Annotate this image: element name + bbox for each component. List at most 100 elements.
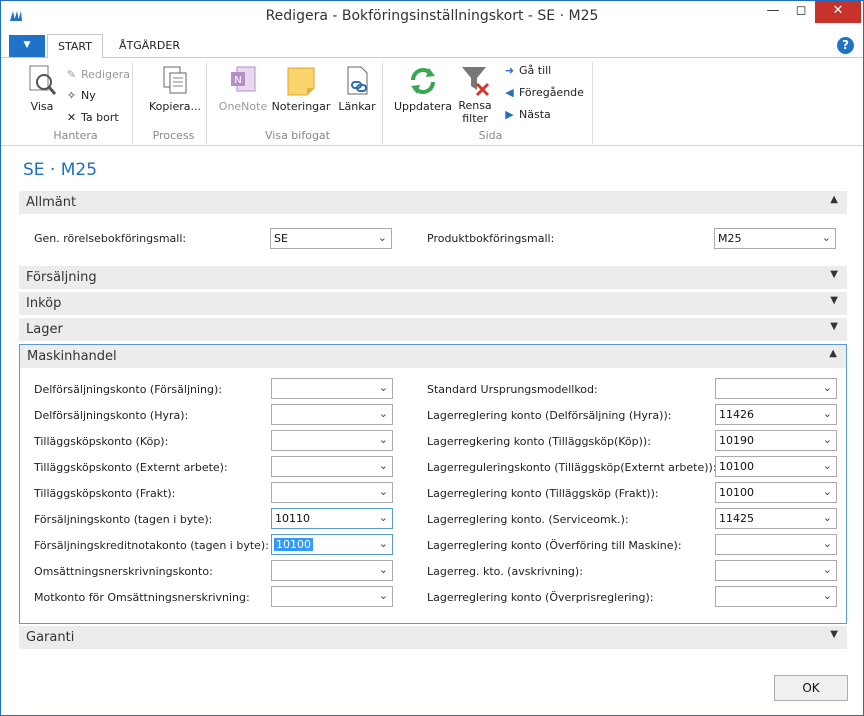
- chevron-down-icon[interactable]: ⌄: [822, 231, 831, 244]
- chevron-down-icon[interactable]: ⌄: [379, 563, 388, 576]
- chevron-down-icon[interactable]: ⌄: [823, 537, 832, 550]
- ga-till-button[interactable]: ➜ Gå till: [503, 64, 551, 77]
- right-account-combo[interactable]: 10190 ⌄: [715, 430, 837, 451]
- tab-start[interactable]: START: [47, 34, 103, 59]
- gen-rorelse-combo[interactable]: SE ⌄: [270, 228, 392, 249]
- foregaende-button[interactable]: ◀ Föregående: [503, 86, 584, 99]
- section-allmant-header[interactable]: Allmänt ▲: [19, 191, 847, 214]
- chevron-down-icon[interactable]: ⌄: [379, 485, 388, 498]
- produkt-combo[interactable]: M25 ⌄: [714, 228, 836, 249]
- app-menu-button[interactable]: ▼: [9, 35, 45, 57]
- right-account-combo[interactable]: 10100 ⌄: [715, 456, 837, 477]
- window: Redigera - Bokföringsinställningskort - …: [0, 0, 864, 716]
- left-account-combo[interactable]: ⌄: [271, 404, 393, 425]
- section-title: Allmänt: [26, 195, 77, 210]
- ny-button[interactable]: ✧ Ny: [65, 89, 96, 102]
- chevron-down-icon[interactable]: ⌄: [379, 407, 388, 420]
- page-title: SE · M25: [23, 160, 98, 180]
- field-label: Lagerreguleringskonto (Tilläggsköp(Exter…: [427, 461, 717, 474]
- left-account-combo[interactable]: ⌄: [271, 430, 393, 451]
- title-bar: Redigera - Bokföringsinställningskort - …: [1, 1, 863, 32]
- visa-button[interactable]: Visa: [23, 64, 61, 113]
- left-account-combo[interactable]: 10110 ⌄: [271, 508, 393, 529]
- help-icon[interactable]: ?: [837, 37, 854, 54]
- filter-label: filter: [462, 112, 488, 125]
- right-account-combo[interactable]: 11425 ⌄: [715, 508, 837, 529]
- group-process: Kopiera... Process: [141, 62, 207, 144]
- field-label: Tilläggsköpskonto (Frakt):: [34, 487, 176, 500]
- section-inkop-header[interactable]: Inköp ▼: [19, 292, 847, 315]
- close-button[interactable]: ✕: [815, 1, 861, 23]
- uppdatera-button[interactable]: Uppdatera: [393, 64, 453, 113]
- left-account-combo[interactable]: ⌄: [271, 482, 393, 503]
- field-label: Omsättningsnerskrivningskonto:: [34, 565, 213, 578]
- chevron-down-icon[interactable]: ⌄: [823, 511, 832, 524]
- chevron-down-icon[interactable]: ⌄: [378, 231, 387, 244]
- rensa-label: Rensa: [458, 99, 492, 112]
- chevron-down-icon[interactable]: ⌄: [823, 589, 832, 602]
- group-visa-bifogat: N OneNote Noteringar Länkar Visa bifogat: [213, 62, 383, 144]
- left-account-combo[interactable]: ⌄: [271, 456, 393, 477]
- onenote-button[interactable]: N OneNote: [217, 64, 269, 113]
- redigera-button[interactable]: ✎ Redigera: [65, 68, 130, 81]
- tab-atgarder[interactable]: ÅTGÄRDER: [109, 34, 190, 59]
- right-account-combo[interactable]: 10100 ⌄: [715, 482, 837, 503]
- group-hantera: Visa ✎ Redigera ✧ Ny ✕ Ta bort Hantera: [19, 62, 133, 144]
- chevron-down-icon[interactable]: ⌄: [823, 563, 832, 576]
- field-label: Produktbokföringsmall:: [427, 232, 555, 245]
- chevron-down-icon[interactable]: ⌄: [823, 459, 832, 472]
- rensa-filter-button[interactable]: Rensa filter: [455, 64, 495, 125]
- combo-value: 11426: [719, 408, 754, 421]
- chevron-up-icon[interactable]: ▲: [830, 194, 838, 205]
- noteringar-button[interactable]: Noteringar: [271, 64, 331, 113]
- chevron-down-icon[interactable]: ▼: [830, 629, 838, 640]
- maximize-button[interactable]: ◻: [786, 1, 816, 23]
- chevron-down-icon[interactable]: ⌄: [379, 459, 388, 472]
- chevron-down-icon[interactable]: ▼: [830, 295, 838, 306]
- right-account-combo[interactable]: ⌄: [715, 560, 837, 581]
- right-account-combo[interactable]: ⌄: [715, 586, 837, 607]
- chevron-down-icon[interactable]: ⌄: [379, 511, 388, 524]
- ribbon-tabs: ▼ START ÅTGÄRDER ?: [1, 34, 863, 59]
- chevron-down-icon[interactable]: ⌄: [823, 433, 832, 446]
- chevron-down-icon[interactable]: ⌄: [379, 433, 388, 446]
- field-label: Lagerreglering konto. (Serviceomk.):: [427, 513, 629, 526]
- chevron-down-icon[interactable]: ⌄: [379, 381, 388, 394]
- nasta-button[interactable]: ▶ Nästa: [503, 108, 551, 121]
- chevron-down-icon[interactable]: ⌄: [379, 537, 388, 550]
- section-lager-header[interactable]: Lager ▼: [19, 318, 847, 341]
- left-account-combo[interactable]: 10100 ⌄: [271, 534, 393, 555]
- section-garanti-header[interactable]: Garanti ▼: [19, 626, 847, 649]
- section-title: Försäljning: [26, 270, 97, 285]
- lankar-button[interactable]: Länkar: [335, 64, 379, 113]
- chevron-down-icon[interactable]: ⌄: [379, 589, 388, 602]
- ta-bort-button[interactable]: ✕ Ta bort: [65, 111, 119, 124]
- combo-value: 11425: [719, 512, 754, 525]
- left-account-combo[interactable]: ⌄: [271, 560, 393, 581]
- right-account-combo[interactable]: ⌄: [715, 534, 837, 555]
- section-forsaljning-header[interactable]: Försäljning ▼: [19, 266, 847, 289]
- field-label: Lagerreg. kto. (avskrivning):: [427, 565, 583, 578]
- field-label: Lagerreglering konto (Tilläggsköp (Frakt…: [427, 487, 659, 500]
- minimize-button[interactable]: —: [758, 1, 788, 23]
- chevron-down-icon[interactable]: ▼: [830, 321, 838, 332]
- chevron-down-icon[interactable]: ▼: [830, 269, 838, 280]
- field-label: Tilläggsköpskonto (Externt arbete):: [34, 461, 228, 474]
- left-account-combo[interactable]: ⌄: [271, 378, 393, 399]
- chevron-up-icon[interactable]: ▲: [829, 348, 837, 359]
- group-sida: Uppdatera Rensa filter ➜ Gå till ◀ Föregåe…: [389, 62, 593, 144]
- field-label: Standard Ursprungsmodellkod:: [427, 383, 598, 396]
- section-maskinhandel-header[interactable]: Maskinhandel ▲: [20, 345, 846, 368]
- chevron-down-icon[interactable]: ⌄: [823, 485, 832, 498]
- goto-arrow-icon: ➜: [504, 64, 515, 77]
- section-title: Lager: [26, 322, 63, 337]
- ribbon: Visa ✎ Redigera ✧ Ny ✕ Ta bort Hantera K…: [1, 58, 863, 146]
- right-account-combo[interactable]: ⌄: [715, 378, 837, 399]
- left-account-combo[interactable]: ⌄: [271, 586, 393, 607]
- chevron-down-icon[interactable]: ⌄: [823, 381, 832, 394]
- ok-button[interactable]: OK: [774, 675, 848, 701]
- chevron-down-icon[interactable]: ⌄: [823, 407, 832, 420]
- kopiera-button[interactable]: Kopiera...: [147, 64, 203, 113]
- pencil-icon: ✎: [66, 68, 77, 81]
- right-account-combo[interactable]: 11426 ⌄: [715, 404, 837, 425]
